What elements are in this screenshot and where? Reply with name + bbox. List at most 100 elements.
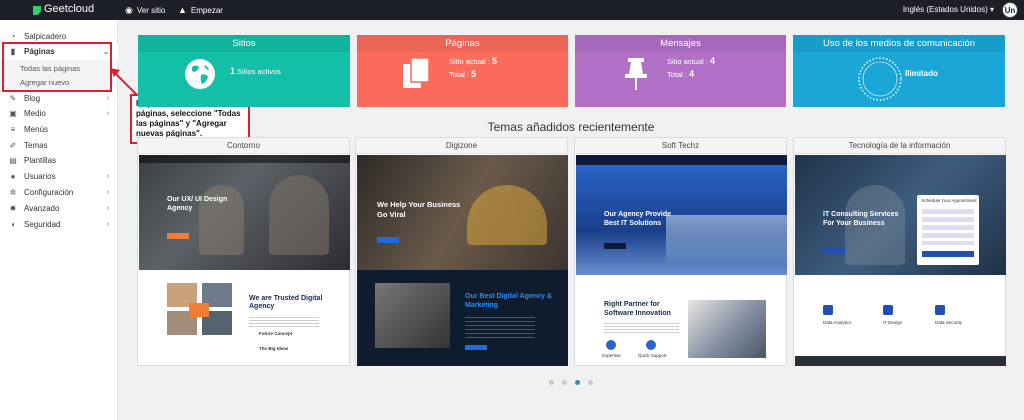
start-link[interactable]: ▲ Empezar: [178, 5, 223, 15]
sidebar-item-label: Plantillas: [24, 156, 57, 165]
theme-feature-1: Future Concept: [259, 331, 293, 336]
active-sites-label: Sitios activos: [237, 67, 281, 76]
carousel-dot[interactable]: [549, 380, 554, 385]
brush-icon: ✐: [9, 141, 17, 150]
pages-total-stat: Total : 5: [449, 69, 476, 79]
theme-name: Tecnología de la información: [794, 138, 1005, 154]
chevron-right-icon: ›: [106, 110, 109, 117]
messages-card[interactable]: Mensajes Sitio actual : 4 Total : 4: [575, 35, 786, 107]
theme-headline: We Help Your Business Go Viral: [377, 200, 461, 219]
theme-subheadline: We are Trusted Digital Agency: [249, 295, 323, 310]
theme-feature-1: Expertise: [602, 353, 621, 358]
sidebar-item-label: Seguridad: [24, 220, 61, 229]
card-title: Uso de los medios de comunicación: [793, 35, 1005, 52]
usage-gauge-icon: [858, 57, 902, 101]
gear-icon: ✲: [9, 188, 17, 197]
top-bar: Geetcloud ◉ Ver sitio ▲ Empezar Inglés (…: [0, 0, 1024, 20]
theme-form-title: Schedule Your Appointment: [921, 198, 977, 203]
sidebar-item-label: Usuarios: [24, 172, 56, 181]
brand-name[interactable]: Geetcloud: [44, 3, 94, 15]
pages-current-stat: Sitio actual : 5: [449, 56, 497, 66]
recent-themes-title: Temas añadidos recientemente: [487, 120, 655, 134]
view-site-link[interactable]: ◉ Ver sitio: [125, 5, 165, 16]
pin-icon: ✎: [9, 94, 17, 103]
theme-card-soft-techz[interactable]: Soft Techz Our Agency Provide Best IT So…: [574, 137, 787, 366]
theme-feature-2: The Big Ideas: [259, 346, 289, 351]
current-label: Sitio actual :: [667, 57, 708, 66]
sidebar-item-users[interactable]: ● Usuarios ›: [0, 169, 118, 184]
card-title: Sitios: [138, 35, 350, 52]
current-value: 5: [491, 56, 497, 66]
sidebar-item-label: Blog: [24, 94, 41, 103]
globe-icon: [185, 59, 215, 89]
chevron-right-icon: ›: [106, 173, 109, 180]
theme-feature-2: Quick Support: [638, 353, 667, 358]
current-value: 4: [709, 56, 715, 66]
theme-name: Soft Techz: [575, 138, 786, 154]
current-label: Sitio actual :: [449, 57, 490, 66]
carousel-pagination: [549, 380, 593, 385]
sidebar-item-label: Avanzado: [24, 204, 60, 213]
theme-headline: IT Consulting Services For Your Business: [823, 211, 899, 227]
active-sites-count: 1: [230, 66, 236, 76]
total-label: Total :: [449, 70, 470, 79]
sidebar-item-security[interactable]: ◖ Seguridad ›: [0, 217, 118, 232]
chevron-right-icon: ›: [106, 189, 109, 196]
card-title: Páginas: [357, 35, 568, 52]
sidebar-item-themes[interactable]: ✐ Temas: [0, 138, 118, 153]
theme-feature-3: Data Security: [935, 320, 963, 325]
media-icon: ▣: [9, 109, 17, 118]
cog-icon: ✹: [9, 204, 17, 213]
theme-name: Digizone: [356, 138, 567, 154]
media-usage-card[interactable]: Uso de los medios de comunicación Ilimit…: [793, 35, 1005, 107]
carousel-dot[interactable]: [562, 380, 567, 385]
card-title: Mensajes: [575, 35, 786, 52]
sidebar-item-templates[interactable]: ▤ Plantillas: [0, 153, 118, 168]
active-sites-stat: 1 Sitios activos: [230, 66, 281, 76]
sidebar-item-media[interactable]: ▣ Medio ›: [0, 106, 118, 121]
template-icon: ▤: [9, 156, 17, 165]
sites-card[interactable]: Sitios 1 Sitios activos: [138, 35, 350, 107]
graduation-cap-icon: ▲: [178, 5, 187, 15]
sidebar-item-label: Configuración: [24, 188, 74, 197]
theme-card-it[interactable]: Tecnología de la información IT Consulti…: [793, 137, 1006, 366]
total-label: Total :: [667, 70, 688, 79]
theme-preview: Our UX/ UI Design Agency We are Trusted …: [139, 155, 350, 366]
shield-icon: ◖: [10, 220, 16, 229]
chevron-right-icon: ›: [106, 221, 109, 228]
total-value: 4: [689, 69, 695, 79]
view-site-label: Ver sitio: [136, 6, 166, 15]
pages-card[interactable]: Páginas Sitio actual : 5 Total : 5: [357, 35, 568, 107]
messages-total-stat: Total : 4: [667, 69, 694, 79]
carousel-dot-active[interactable]: [575, 380, 580, 385]
pages-highlight-box: [2, 42, 112, 92]
theme-headline: Our UX/ UI Design Agency: [167, 196, 228, 212]
language-selector[interactable]: Inglés (Estados Unidos) ▾: [903, 5, 994, 14]
chevron-right-icon: ›: [106, 205, 109, 212]
pushpin-icon: [625, 58, 647, 90]
sidebar-item-settings[interactable]: ✲ Configuración ›: [0, 185, 118, 200]
theme-headline: Our Agency Provide Best IT Solutions: [604, 211, 672, 227]
total-value: 5: [471, 69, 477, 79]
caret-down-icon: ▾: [989, 5, 994, 14]
users-icon: ●: [10, 172, 16, 181]
usage-value: Ilimitado: [905, 69, 938, 78]
theme-preview: IT Consulting Services For Your Business…: [795, 155, 1006, 366]
start-label: Empezar: [190, 5, 223, 15]
sidebar-item-label: Medio: [24, 109, 46, 118]
geetcloud-logo-icon[interactable]: [33, 6, 41, 15]
theme-feature-2: IT Design: [883, 320, 903, 325]
theme-subheadline: Right Partner for Software Innovation: [604, 301, 671, 317]
copy-pages-icon: [403, 57, 430, 88]
sidebar-item-label: Temas: [24, 141, 48, 150]
avatar[interactable]: Un: [1002, 2, 1018, 18]
theme-card-digizone[interactable]: Digizone We Help Your Business Go Viral …: [355, 137, 568, 366]
theme-feature-1: Data Analytics: [823, 320, 852, 325]
carousel-dot[interactable]: [588, 380, 593, 385]
sidebar-item-advanced[interactable]: ✹ Avanzado ›: [0, 201, 118, 216]
theme-name: Contorno: [138, 138, 349, 154]
language-label: Inglés (Estados Unidos): [902, 5, 988, 14]
theme-preview: Our Agency Provide Best IT Solutions Rig…: [576, 155, 787, 366]
messages-current-stat: Sitio actual : 4: [667, 56, 715, 66]
theme-card-contorno[interactable]: Contorno Our UX/ UI Design Agency We are…: [137, 137, 350, 366]
